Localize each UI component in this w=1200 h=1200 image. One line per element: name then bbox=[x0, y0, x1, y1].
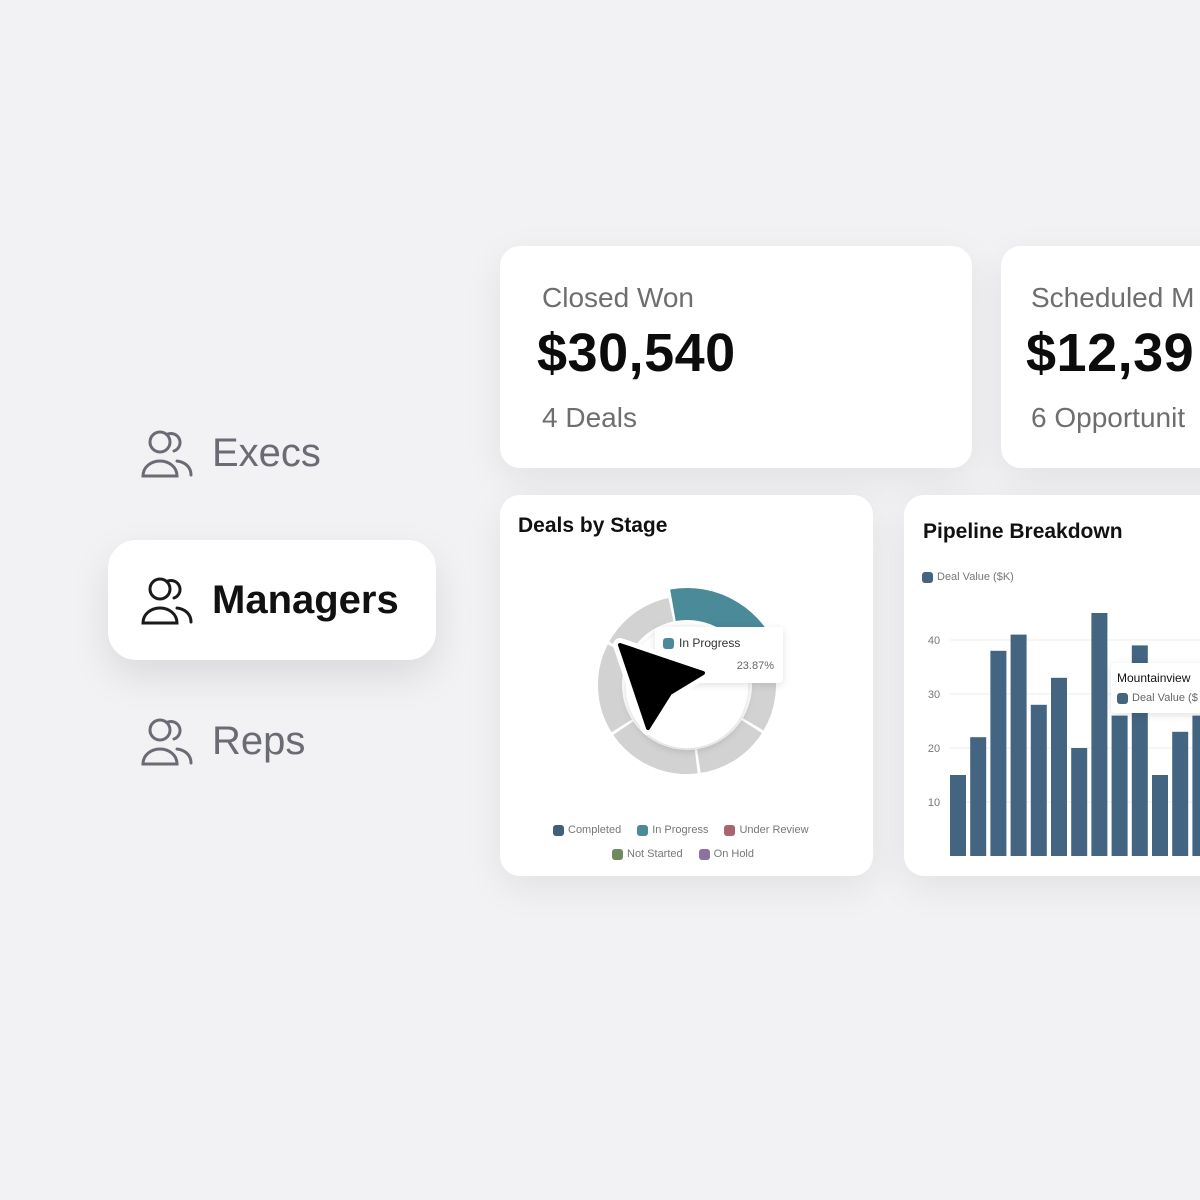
kpi-card-scheduled[interactable]: Scheduled M $12,39 6 Opportunit bbox=[1001, 246, 1200, 468]
legend-swatch bbox=[612, 848, 623, 860]
users-icon bbox=[140, 716, 196, 766]
legend-item-under-review[interactable]: Under Review bbox=[724, 824, 809, 836]
bar[interactable] bbox=[1010, 634, 1027, 856]
bar[interactable] bbox=[970, 737, 987, 856]
pipeline-breakdown-card: Pipeline Breakdown Deal Value ($K) 10 20 3… bbox=[904, 495, 1200, 876]
tooltip-series: Deal Value ($ bbox=[1132, 692, 1198, 704]
bar-tooltip: Mountainview Deal Value ($ bbox=[1111, 663, 1200, 713]
kpi-subtitle: 4 Deals bbox=[542, 402, 637, 433]
bar[interactable] bbox=[1071, 748, 1088, 856]
legend-item-not-started[interactable]: Not Started bbox=[612, 848, 683, 860]
kpi-title: Scheduled M bbox=[1031, 282, 1195, 313]
bar[interactable] bbox=[1152, 775, 1168, 856]
kpi-value: $30,540 bbox=[537, 323, 736, 383]
role-label: Execs bbox=[212, 430, 321, 475]
y-tick-label: 10 bbox=[928, 797, 940, 809]
kpi-subtitle: 6 Opportunit bbox=[1031, 402, 1186, 433]
users-icon bbox=[140, 575, 196, 625]
bar[interactable] bbox=[950, 775, 966, 856]
legend-label: In Progress bbox=[652, 824, 709, 836]
tooltip-value: 23.87% bbox=[736, 660, 774, 672]
legend-label: On Hold bbox=[713, 848, 754, 860]
role-label: Managers bbox=[212, 577, 399, 622]
bar[interactable] bbox=[1091, 613, 1108, 856]
kpi-title: Closed Won bbox=[542, 282, 695, 313]
users-icon bbox=[140, 428, 196, 478]
legend-swatch bbox=[698, 848, 710, 860]
kpi-value: $12,39 bbox=[1026, 323, 1195, 383]
legend-item-in-progress[interactable]: In Progress bbox=[637, 824, 708, 836]
tooltip-title: Mountainview bbox=[1117, 671, 1191, 685]
legend-label: Under Review bbox=[739, 824, 809, 836]
bar[interactable] bbox=[1111, 715, 1128, 856]
legend-swatch bbox=[637, 824, 649, 836]
bar[interactable] bbox=[1030, 704, 1047, 856]
bar[interactable] bbox=[990, 650, 1007, 856]
role-managers[interactable]: Managers bbox=[108, 540, 436, 660]
legend-swatch bbox=[724, 824, 736, 836]
y-tick-label: 30 bbox=[928, 689, 940, 701]
legend-label: Completed bbox=[568, 824, 622, 836]
role-label: Reps bbox=[212, 718, 306, 763]
deals-by-stage-card: Deals by Stage In Progress 23.87% Comple… bbox=[500, 495, 873, 876]
kpi-card-closed-won[interactable]: Closed Won $30,540 4 Deals bbox=[500, 246, 972, 468]
donut-legend: Completed In Progress Under Review bbox=[553, 824, 809, 836]
legend-item-on-hold[interactable]: On Hold bbox=[698, 848, 754, 860]
role-execs[interactable]: Execs bbox=[140, 428, 321, 478]
y-tick-label: 20 bbox=[928, 743, 940, 755]
donut-legend: Not Started On Hold bbox=[612, 848, 754, 860]
bar[interactable] bbox=[1172, 731, 1189, 856]
legend-item-completed[interactable]: Completed bbox=[553, 824, 621, 836]
bar[interactable] bbox=[1051, 677, 1067, 856]
legend-label: Not Started bbox=[627, 848, 683, 860]
y-tick-label: 40 bbox=[928, 635, 940, 647]
bar[interactable] bbox=[1192, 715, 1200, 856]
role-reps[interactable]: Reps bbox=[140, 716, 305, 766]
cursor-icon bbox=[613, 638, 710, 735]
legend-swatch bbox=[1117, 692, 1128, 704]
legend-swatch bbox=[553, 824, 564, 836]
